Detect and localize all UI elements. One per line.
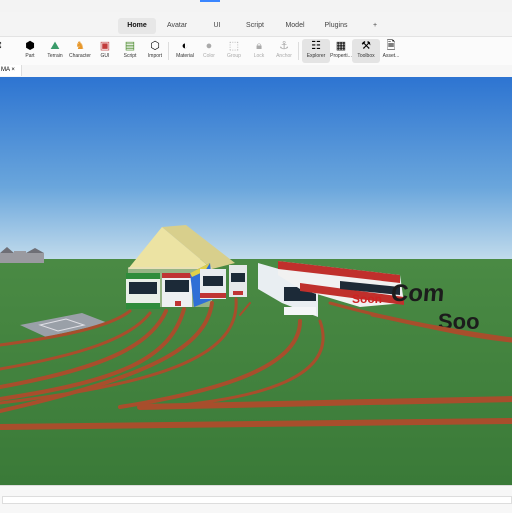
explorer-icon: ☷	[311, 40, 321, 52]
import-icon: ⬡	[150, 40, 160, 52]
part-button[interactable]: ⬢ Part	[16, 39, 44, 63]
stepper-control[interactable]: ⇕	[0, 39, 6, 63]
lock-label: Lock	[253, 53, 265, 59]
script-label: Script	[123, 53, 137, 59]
gui-button[interactable]: ▣ GUI	[91, 39, 119, 63]
anchor-label: Anchor	[276, 53, 292, 59]
asset-manager-label: Asset...	[382, 53, 400, 59]
anchor-icon: ⚓︎	[279, 40, 289, 52]
import-label: Import	[147, 53, 163, 59]
lock-button[interactable]: 🔒︎ Lock	[245, 39, 273, 63]
ribbon-divider	[298, 42, 299, 60]
character-button[interactable]: ♞ Character	[66, 39, 94, 63]
color-button[interactable]: ● Color	[195, 39, 223, 63]
window-title-strip	[0, 0, 512, 12]
explorer-label: Explorer	[306, 53, 326, 59]
command-input[interactable]	[2, 496, 512, 504]
tab-home[interactable]: Home	[118, 18, 156, 34]
color-icon: ●	[205, 40, 213, 52]
add-tab-button[interactable]: +	[368, 18, 382, 34]
scene-render: Com Soo Soon	[0, 77, 512, 485]
asset-manager-button[interactable]: 🗎︎ Asset...	[377, 39, 405, 63]
terrain-icon: ⛰	[50, 40, 60, 52]
tab-model[interactable]: Model	[278, 18, 312, 34]
group-label: Group	[227, 53, 241, 59]
tab-plugins[interactable]: Plugins	[318, 18, 354, 34]
document-tab-label: MA	[1, 67, 10, 73]
sky	[0, 77, 512, 261]
3d-viewport[interactable]: Com Soo Soon	[0, 77, 512, 485]
anchor-button[interactable]: ⚓︎ Anchor	[270, 39, 298, 63]
part-label: Part	[25, 53, 35, 59]
stepper-icon: ⇕	[0, 40, 6, 53]
title-accent	[200, 0, 220, 2]
tram-grey	[229, 265, 247, 297]
bus-text: Soon	[352, 292, 382, 306]
lock-icon: 🔒︎	[256, 40, 262, 52]
gui-icon: ▣	[99, 40, 111, 52]
menu-tab-bar: Home Avatar UI Script Model Plugins +	[0, 12, 512, 37]
tab-avatar[interactable]: Avatar	[160, 18, 194, 34]
explorer-button[interactable]: ☷ Explorer	[302, 39, 330, 63]
gui-label: GUI	[100, 53, 110, 59]
character-label: Character	[69, 53, 91, 59]
color-label: Color	[203, 53, 215, 59]
character-icon: ♞	[75, 40, 85, 52]
group-button[interactable]: ⬚ Group	[220, 39, 248, 63]
home-ribbon: ⇕ ⬢Part ⛰Terrain ♞Character ▣GUI ▤Script…	[0, 37, 512, 66]
group-icon: ⬚	[228, 40, 240, 52]
tram-dark-blue	[200, 269, 226, 299]
part-icon: ⬢	[25, 40, 35, 52]
terrain-label: Terrain	[47, 53, 63, 59]
tram-red	[162, 273, 192, 307]
document-tab[interactable]: MA ×	[0, 65, 22, 76]
toolbox-icon: ⚒	[361, 40, 371, 52]
command-bar	[0, 485, 512, 513]
script-icon: ▤	[124, 40, 136, 52]
properties-icon: ▦	[335, 40, 347, 52]
script-button[interactable]: ▤ Script	[116, 39, 144, 63]
toolbox-button[interactable]: ⚒ Toolbox	[352, 39, 380, 63]
asset-manager-icon: 🗎︎	[386, 40, 396, 52]
tab-script[interactable]: Script	[238, 18, 272, 34]
material-icon: ◐	[181, 40, 189, 52]
terrain-button[interactable]: ⛰ Terrain	[41, 39, 69, 63]
ribbon-divider	[168, 42, 169, 60]
properties-label: Properti...	[330, 53, 352, 59]
toolbox-label: Toolbox	[357, 53, 375, 59]
import-button[interactable]: ⬡ Import	[141, 39, 169, 63]
close-icon[interactable]: ×	[11, 67, 15, 73]
tab-ui[interactable]: UI	[200, 18, 234, 34]
sign-text-line1: Com	[390, 280, 446, 307]
tram-green	[126, 273, 160, 309]
properties-button[interactable]: ▦ Properti...	[327, 39, 355, 63]
